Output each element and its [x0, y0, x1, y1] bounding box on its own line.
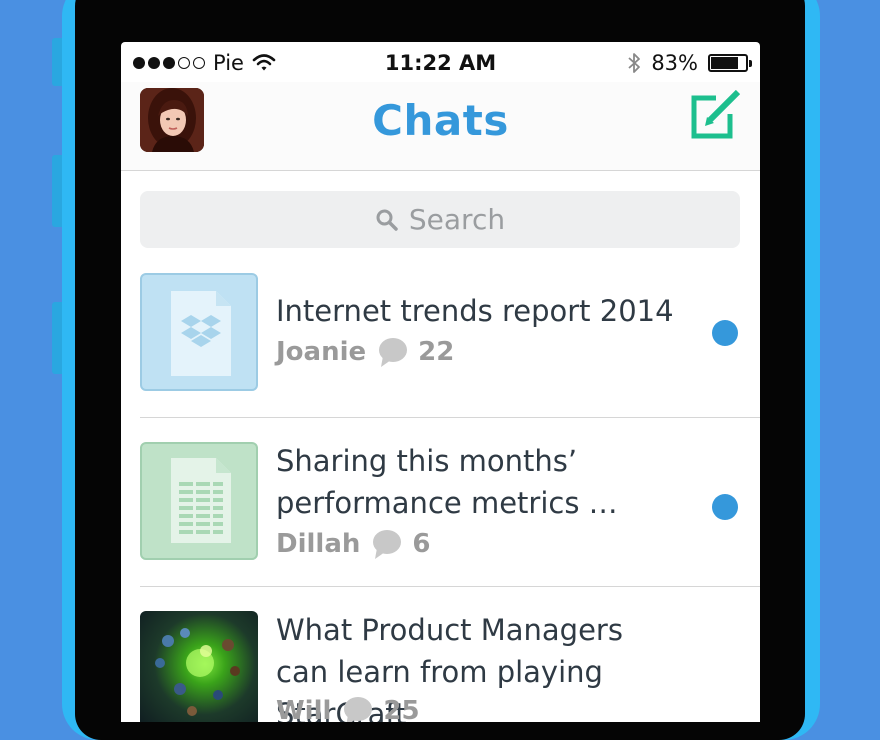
game-screenshot-thumbnail	[140, 611, 258, 722]
volume-down-button	[52, 302, 62, 374]
comment-count: 6	[412, 529, 431, 559]
chat-title: Sharing this months’ performance metrics…	[276, 444, 618, 520]
phone-screen: Pie 11:22 AM 83% Chats Search Internet t…	[121, 42, 760, 722]
chat-author: Joanie	[276, 337, 367, 367]
navigation-bar: Chats	[121, 82, 760, 171]
dropbox-file-icon	[171, 291, 231, 376]
status-right: 83%	[627, 51, 752, 75]
comment-icon	[344, 697, 373, 722]
page-title: Chats	[372, 96, 509, 145]
search-icon	[376, 209, 398, 231]
compose-button[interactable]	[688, 89, 741, 142]
comment-icon	[379, 338, 408, 367]
spreadsheet-file-icon	[171, 458, 231, 543]
search-placeholder: Search	[408, 203, 506, 236]
unread-indicator	[712, 494, 738, 520]
search-bar[interactable]: Search	[140, 191, 740, 248]
chat-meta: Dillah 6	[276, 528, 430, 560]
comment-count: 25	[383, 696, 420, 722]
battery-icon	[708, 54, 752, 72]
chat-row[interactable]: What Product Managers can learn from pla…	[140, 587, 760, 722]
battery-percentage: 83%	[651, 51, 698, 75]
chat-title: Internet trends report 2014	[276, 294, 674, 328]
spreadsheet-document-thumbnail	[140, 442, 258, 560]
comment-icon	[373, 530, 402, 559]
chat-meta: Will 25	[276, 695, 420, 722]
chat-row[interactable]: Internet trends report 2014 Joanie 22	[140, 272, 760, 418]
chat-author: Dillah	[276, 529, 361, 559]
starcraft-screenshot	[155, 628, 240, 716]
chat-row[interactable]: Sharing this months’ performance metrics…	[140, 418, 760, 587]
mute-switch	[52, 38, 62, 86]
status-bar: Pie 11:22 AM 83%	[121, 42, 760, 82]
volume-up-button	[52, 155, 62, 227]
comment-count: 22	[418, 337, 455, 367]
battery-level	[711, 57, 738, 69]
bluetooth-icon	[628, 53, 641, 73]
dropbox-document-thumbnail	[140, 273, 258, 391]
chat-author: Will	[276, 696, 332, 722]
unread-indicator	[712, 320, 738, 346]
compose-icon	[691, 89, 741, 139]
chat-meta: Joanie 22	[276, 336, 454, 368]
